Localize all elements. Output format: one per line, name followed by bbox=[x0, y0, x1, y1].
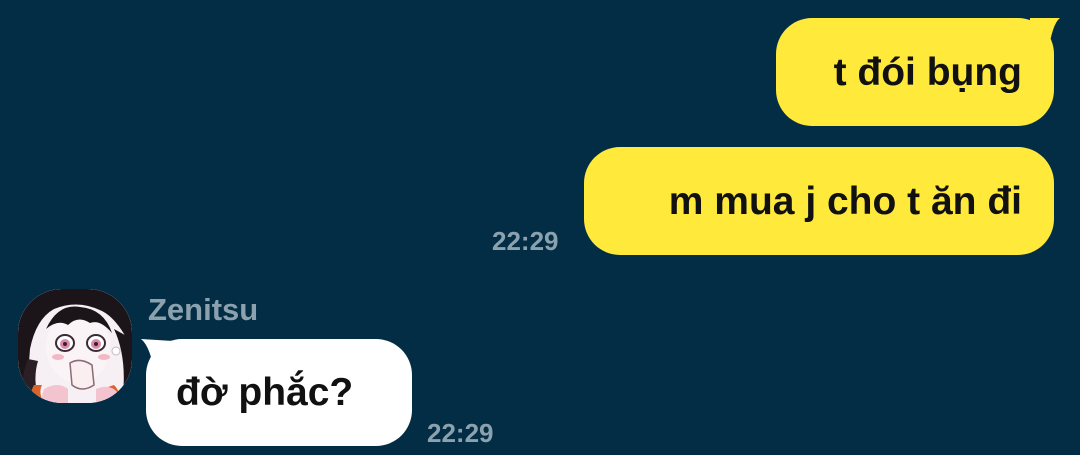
chat-thread: t đói bụng m mua j cho t ăn đi 22:29 Zen… bbox=[0, 0, 1080, 455]
incoming-message-bubble[interactable]: đờ phắc? bbox=[146, 339, 412, 446]
sender-name: Zenitsu bbox=[148, 292, 259, 327]
outgoing-message-bubble[interactable]: t đói bụng bbox=[776, 18, 1054, 126]
anime-girl-avatar-icon bbox=[18, 289, 132, 403]
outgoing-message-bubble[interactable]: m mua j cho t ăn đi bbox=[584, 147, 1054, 255]
message-text: t đói bụng bbox=[833, 50, 1022, 94]
message-timestamp: 22:29 bbox=[427, 418, 494, 448]
bubble-tail-icon bbox=[1030, 18, 1060, 54]
avatar[interactable] bbox=[18, 289, 132, 403]
message-text: đờ phắc? bbox=[176, 371, 354, 414]
message-timestamp: 22:29 bbox=[492, 226, 559, 256]
message-text: m mua j cho t ăn đi bbox=[668, 179, 1022, 223]
